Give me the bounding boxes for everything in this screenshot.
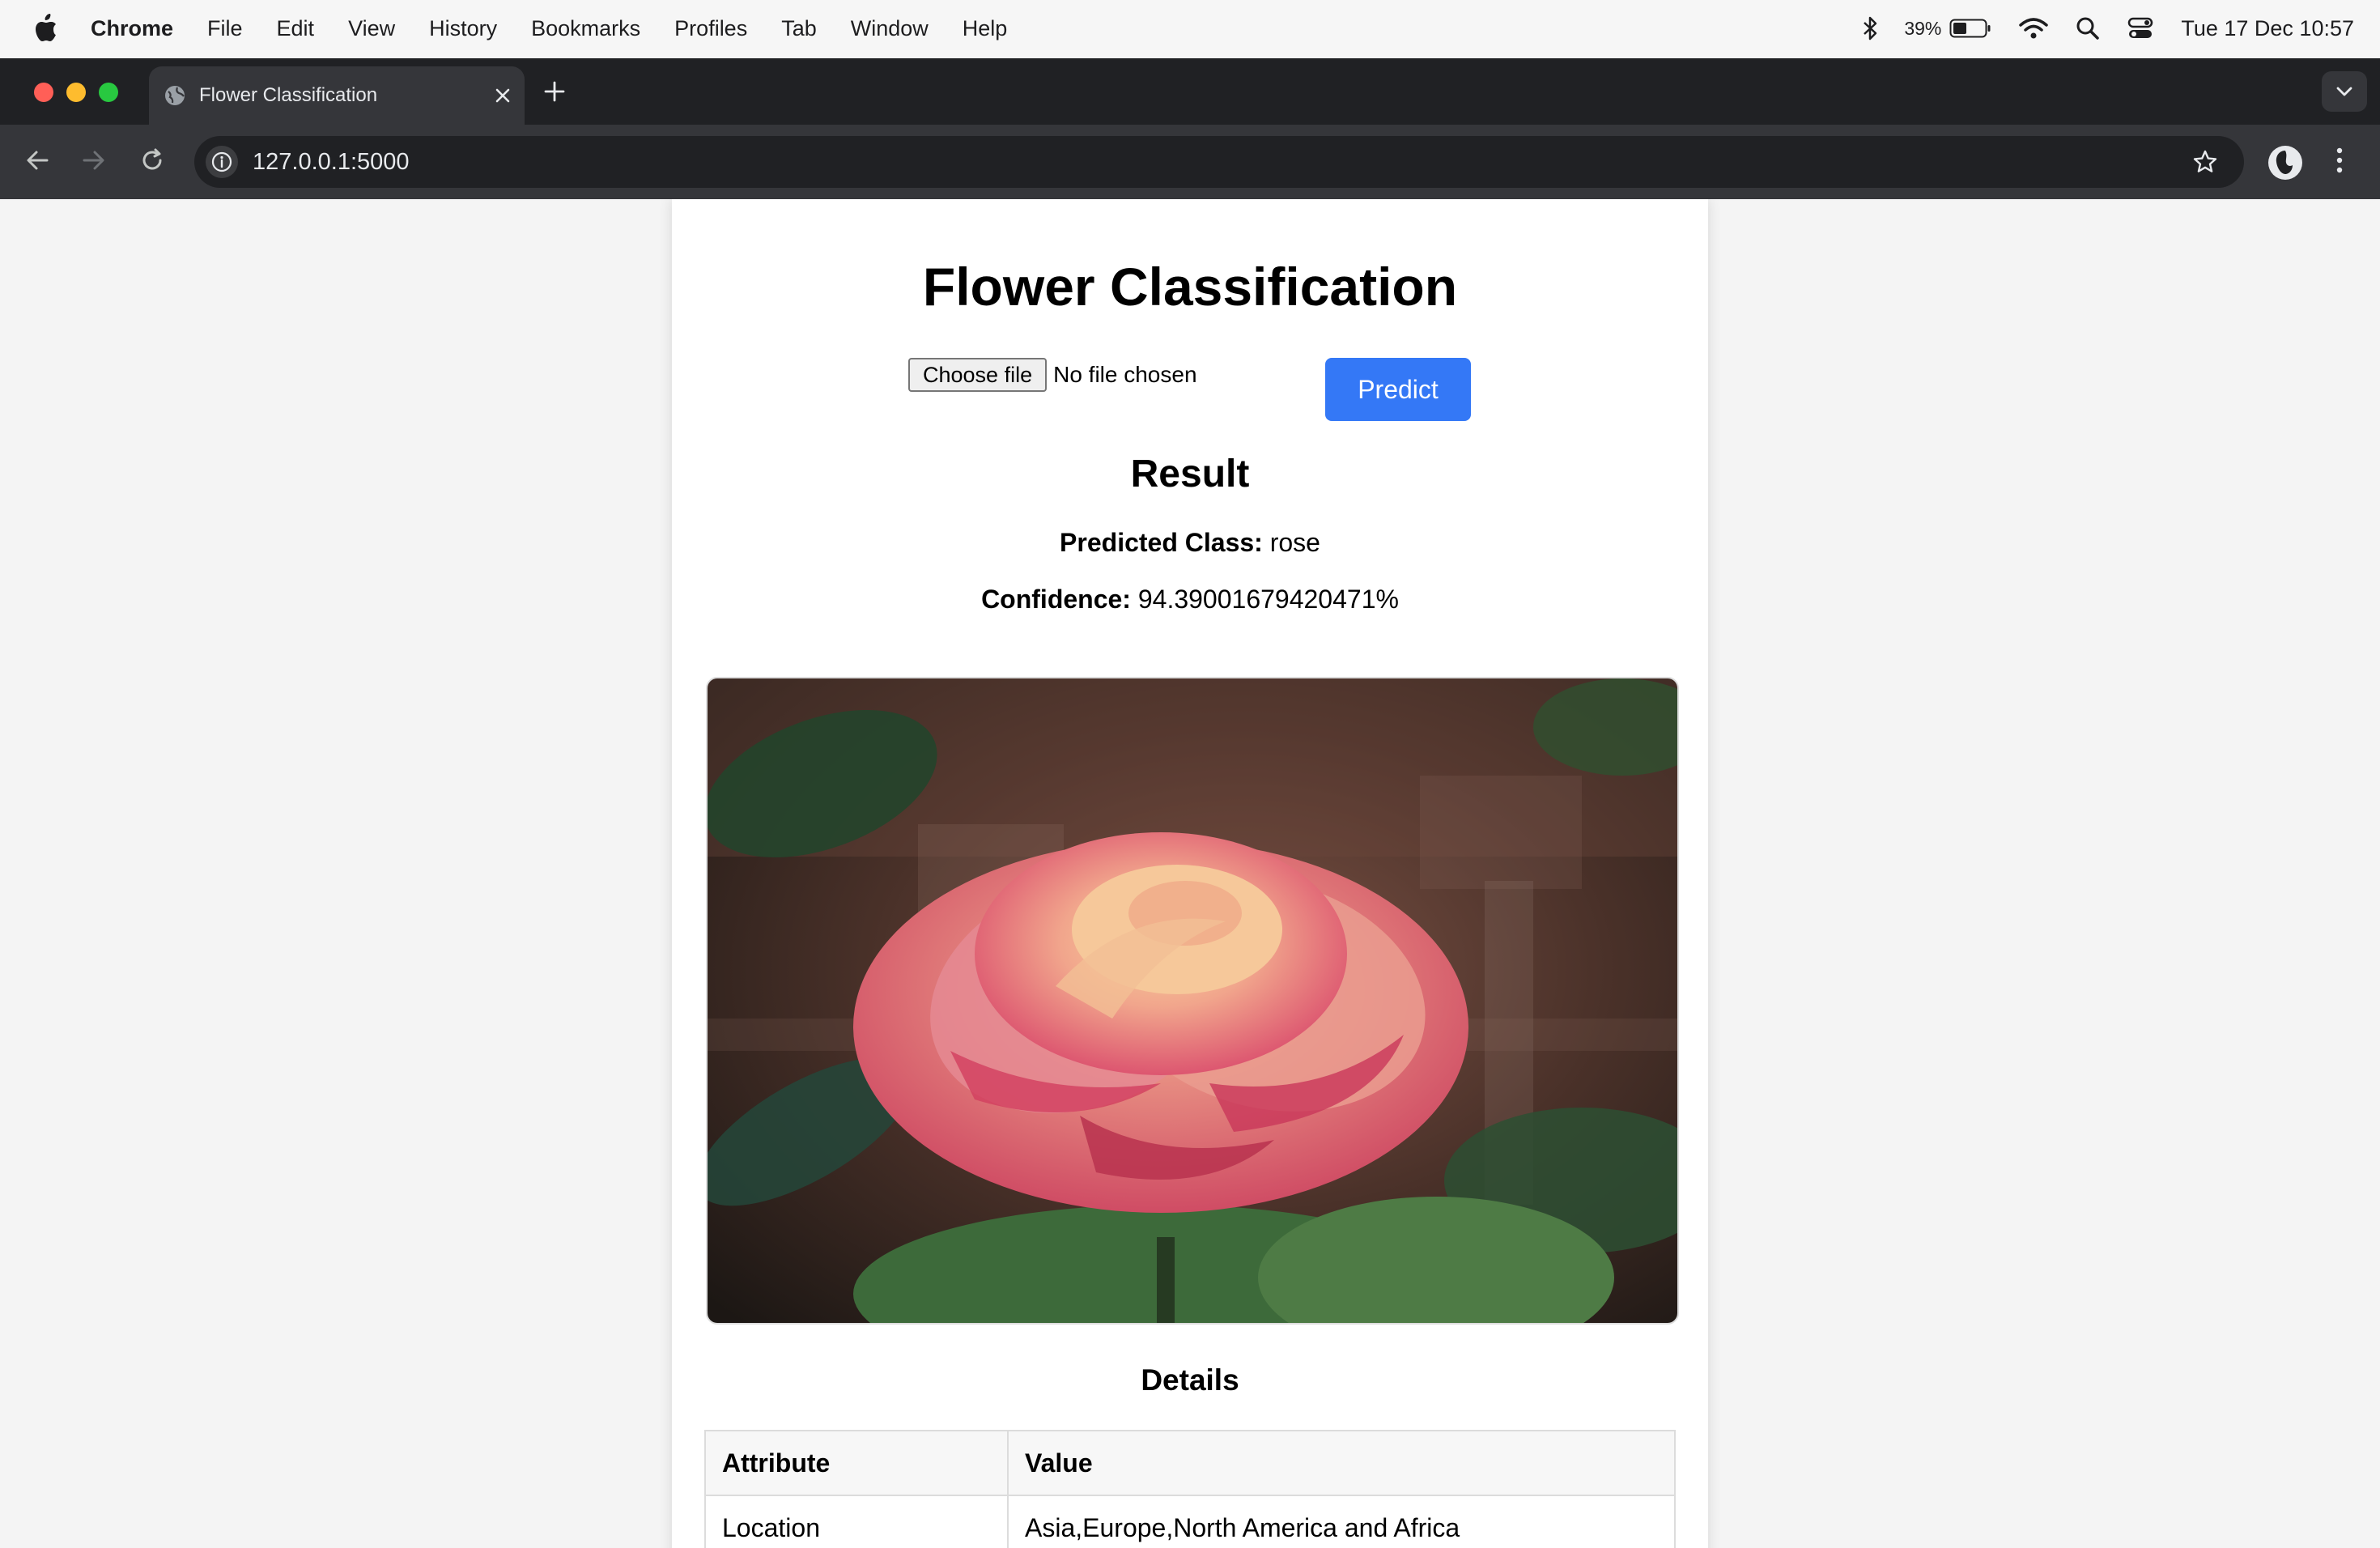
battery-icon[interactable] xyxy=(1949,18,1991,39)
window-minimize-button[interactable] xyxy=(66,83,86,102)
menu-history[interactable]: History xyxy=(429,16,497,41)
menu-window[interactable]: Window xyxy=(851,16,929,41)
confidence-line: Confidence: 94.39001679420471% xyxy=(672,585,1708,615)
profile-avatar[interactable] xyxy=(2268,146,2302,180)
table-header-row: Attribute Value xyxy=(704,1430,1676,1496)
choose-file-button[interactable]: Choose file xyxy=(908,358,1048,392)
address-bar[interactable]: 127.0.0.1:5000 xyxy=(194,136,2244,188)
control-center-icon[interactable] xyxy=(2127,16,2153,40)
browser-toolbar: 127.0.0.1:5000 xyxy=(0,125,2380,199)
confidence-label: Confidence: xyxy=(981,585,1131,614)
tab-close-icon[interactable] xyxy=(494,87,512,104)
menu-file[interactable]: File xyxy=(207,16,243,41)
battery-percent: 39% xyxy=(1904,17,1942,39)
tab-search-button[interactable] xyxy=(2322,71,2367,112)
table-row: Location Asia,Europe,North America and A… xyxy=(704,1495,1676,1548)
details-table: Attribute Value Location Asia,Europe,Nor… xyxy=(704,1430,1676,1548)
page-title: Flower Classification xyxy=(922,257,1458,317)
apple-logo-icon[interactable] xyxy=(32,14,60,43)
menu-edit[interactable]: Edit xyxy=(277,16,315,41)
uploaded-flower-image xyxy=(706,677,1679,1325)
table-cell-value: Asia,Europe,North America and Africa xyxy=(1007,1495,1676,1548)
predicted-class-line: Predicted Class: rose xyxy=(672,528,1708,558)
bookmark-star-icon[interactable] xyxy=(2192,149,2218,175)
details-heading: Details xyxy=(1141,1363,1239,1397)
macos-menu-bar: Chrome File Edit View History Bookmarks … xyxy=(0,0,2380,57)
result-heading: Result xyxy=(1130,453,1250,495)
tab-title: Flower Classification xyxy=(199,84,378,106)
file-status-text: No file chosen xyxy=(1053,362,1197,387)
menu-bookmarks[interactable]: Bookmarks xyxy=(531,16,640,41)
window-zoom-button[interactable] xyxy=(99,83,118,102)
predict-button[interactable]: Predict xyxy=(1325,358,1471,421)
table-cell-attribute: Location xyxy=(704,1495,1009,1548)
table-header-attribute: Attribute xyxy=(704,1430,1009,1496)
window-close-button[interactable] xyxy=(34,83,53,102)
globe-icon xyxy=(164,84,186,107)
table-header-value: Value xyxy=(1007,1430,1676,1496)
menu-view[interactable]: View xyxy=(348,16,395,41)
predicted-class-value: rose xyxy=(1262,528,1320,557)
address-bar-url[interactable]: 127.0.0.1:5000 xyxy=(253,149,410,176)
spotlight-search-icon[interactable] xyxy=(2076,16,2100,40)
site-info-icon[interactable] xyxy=(206,146,238,178)
browser-tab-strip: Flower Classification xyxy=(0,58,2380,125)
predicted-class-label: Predicted Class: xyxy=(1060,528,1263,557)
menubar-clock[interactable]: Tue 17 Dec 10:57 xyxy=(2181,16,2354,41)
page-viewport: Flower Classification Choose file No fil… xyxy=(0,199,2380,1548)
file-upload-control[interactable]: Choose file No file chosen xyxy=(908,358,1197,392)
forward-arrow-icon[interactable] xyxy=(79,146,108,175)
chevron-down-icon xyxy=(2335,86,2353,97)
menu-tab[interactable]: Tab xyxy=(781,16,817,41)
menu-help[interactable]: Help xyxy=(963,16,1008,41)
bluetooth-icon[interactable] xyxy=(1862,15,1880,41)
new-tab-plus-icon[interactable] xyxy=(542,79,567,104)
menu-profiles[interactable]: Profiles xyxy=(674,16,747,41)
wifi-icon[interactable] xyxy=(2019,17,2049,40)
reload-icon[interactable] xyxy=(138,146,167,175)
content-card: Flower Classification Choose file No fil… xyxy=(672,199,1708,1548)
chrome-menu-icon[interactable] xyxy=(2335,146,2344,175)
menu-app-chrome[interactable]: Chrome xyxy=(91,16,173,41)
confidence-value: 94.39001679420471% xyxy=(1130,585,1399,614)
menubar-status-area: 39% Tue 17 Dec 10:57 xyxy=(1834,0,2354,57)
rose-photo-illustration xyxy=(708,678,1677,1323)
back-arrow-icon[interactable] xyxy=(23,146,52,175)
tab-flower-classification[interactable]: Flower Classification xyxy=(149,66,525,125)
